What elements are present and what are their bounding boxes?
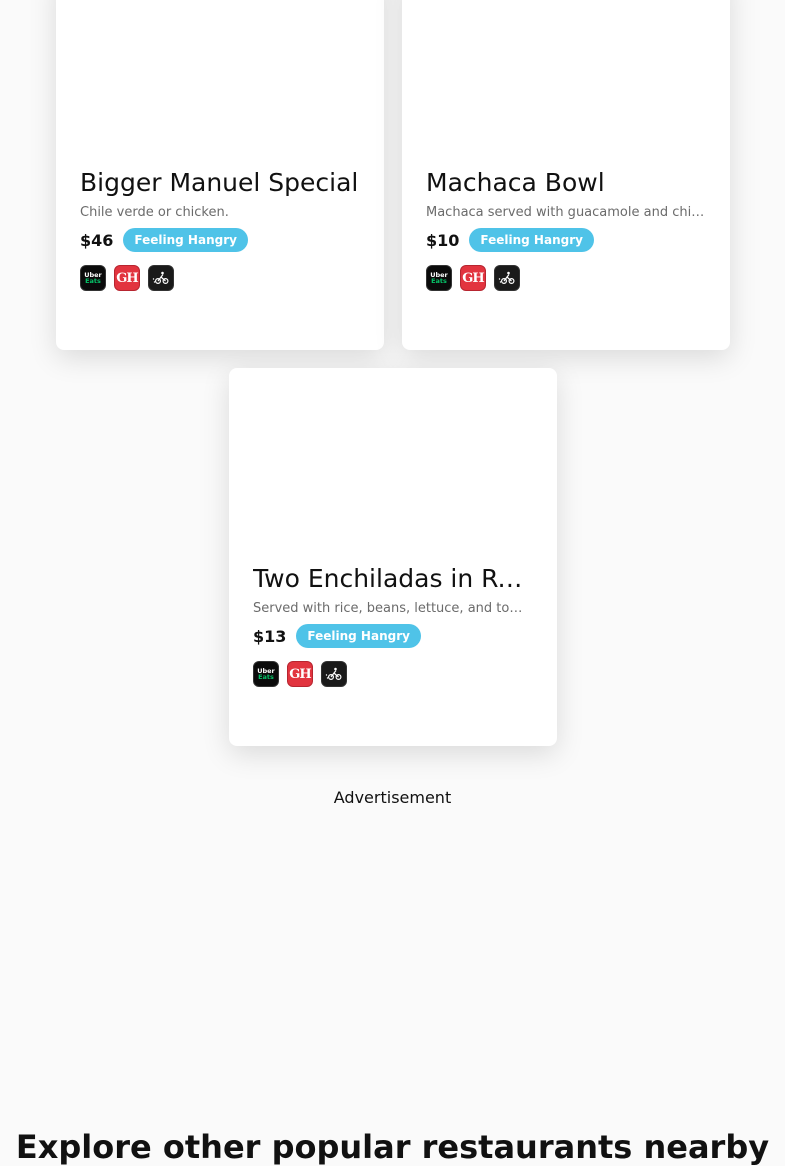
explore-nearby-heading: Explore other popular restaurants nearby	[15, 1128, 770, 1166]
menu-item-description: Served with rice, beans, lettuce, and to…	[253, 601, 533, 616]
menu-item-price: $13	[253, 626, 287, 646]
uber-eats-logo-text: Eats	[431, 277, 447, 285]
delivery-services: Uber Eats GH	[80, 265, 360, 291]
postmates-icon[interactable]	[321, 661, 347, 687]
grubhub-logo-text: GH	[289, 666, 311, 682]
delivery-services: Uber Eats GH	[253, 661, 533, 687]
menu-item-card[interactable]: Two Enchiladas in Red Sauce Served with …	[229, 368, 557, 746]
menu-item-description: Machaca served with guacamole and chips.	[426, 205, 706, 220]
uber-eats-logo-text: Eats	[258, 673, 274, 681]
grubhub-logo-text: GH	[116, 270, 138, 286]
uber-eats-logo-text: Eats	[85, 277, 101, 285]
grubhub-logo-text: GH	[462, 270, 484, 286]
menu-item-card[interactable]: Bigger Manuel Special Chile verde or chi…	[56, 0, 384, 350]
uber-eats-icon[interactable]: Uber Eats	[253, 661, 279, 687]
menu-item-name: Bigger Manuel Special	[80, 168, 359, 197]
postmates-icon[interactable]	[494, 265, 520, 291]
delivery-services: Uber Eats GH	[426, 265, 706, 291]
uber-eats-icon[interactable]: Uber Eats	[80, 265, 106, 291]
grubhub-icon[interactable]: GH	[287, 661, 313, 687]
grubhub-icon[interactable]: GH	[114, 265, 140, 291]
feeling-hangry-badge[interactable]: Feeling Hangry	[123, 228, 248, 252]
grubhub-icon[interactable]: GH	[460, 265, 486, 291]
menu-item-name: Two Enchiladas in Red Sauce	[253, 564, 533, 593]
advertisement-label: Advertisement	[333, 788, 452, 807]
menu-item-name: Machaca Bowl	[426, 168, 605, 197]
uber-eats-icon[interactable]: Uber Eats	[426, 265, 452, 291]
menu-item-description: Chile verde or chicken.	[80, 205, 229, 220]
feeling-hangry-badge[interactable]: Feeling Hangry	[469, 228, 594, 252]
menu-item-price: $46	[80, 230, 114, 250]
menu-item-card[interactable]: Machaca Bowl Machaca served with guacamo…	[402, 0, 730, 350]
menu-item-price: $10	[426, 230, 460, 250]
feeling-hangry-badge[interactable]: Feeling Hangry	[296, 624, 421, 648]
postmates-icon[interactable]	[148, 265, 174, 291]
